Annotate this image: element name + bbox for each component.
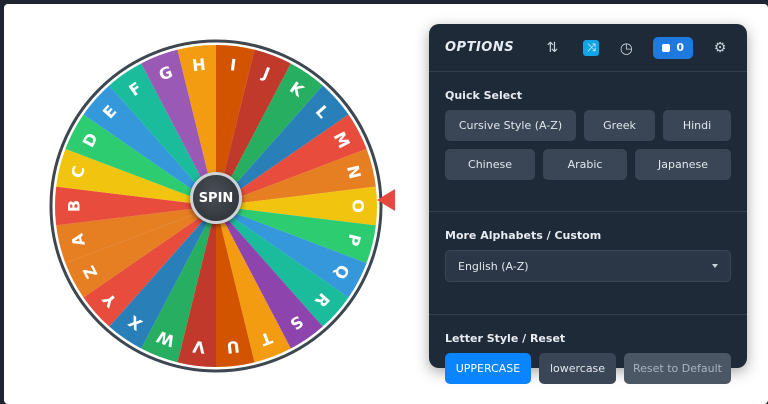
quick-select-section: Quick Select Cursive Style (A-Z) Greek H… [429,89,747,212]
letter-style-label: Letter Style / Reset [445,332,566,345]
options-header: OPTIONS ⇅ ⤨ ◷ 0 ⚙ [429,24,747,72]
reset-button[interactable]: Reset to Default [624,353,731,384]
options-title: OPTIONS [445,40,515,55]
counter-value: 0 [676,41,684,54]
uppercase-button[interactable]: UPPERCASE [445,353,531,384]
wheel-letter-u: U [226,337,241,357]
more-alphabets-section: More Alphabets / Custom English (A-Z) [429,229,747,315]
hindi-button[interactable]: Hindi [663,110,731,141]
japanese-button[interactable]: Japanese [635,149,731,180]
lowercase-button[interactable]: lowercase [539,353,616,384]
alphabet-select[interactable]: English (A-Z) [445,250,731,282]
chevron-down-icon [712,264,718,268]
greek-button[interactable]: Greek [584,110,655,141]
shuffle-icon[interactable]: ⤨ [583,39,600,56]
gear-icon[interactable]: ⚙ [709,37,731,59]
wheel-letter-b: B [65,200,84,212]
history-icon[interactable]: ◷ [615,37,637,59]
alphabet-select-value: English (A-Z) [458,259,529,273]
wheel-letter-h: H [191,55,207,75]
cursive-button[interactable]: Cursive Style (A-Z) [445,110,576,141]
counter-icon [662,43,671,52]
quick-select-label: Quick Select [445,89,523,102]
chinese-button[interactable]: Chinese [445,149,535,180]
arabic-button[interactable]: Arabic [543,149,627,180]
letter-style-section: Letter Style / Reset UPPERCASE lowercase… [429,332,747,384]
wheel-letter-o: O [349,199,368,213]
spin-button[interactable]: SPIN [190,172,242,224]
counter-badge[interactable]: 0 [653,36,693,59]
more-alphabets-label: More Alphabets / Custom [445,229,602,242]
wheel-pointer-icon [377,189,395,211]
options-panel: OPTIONS ⇅ ⤨ ◷ 0 ⚙ Quick Select Cursive S… [429,24,747,384]
sort-icon[interactable]: ⇅ [541,37,563,59]
